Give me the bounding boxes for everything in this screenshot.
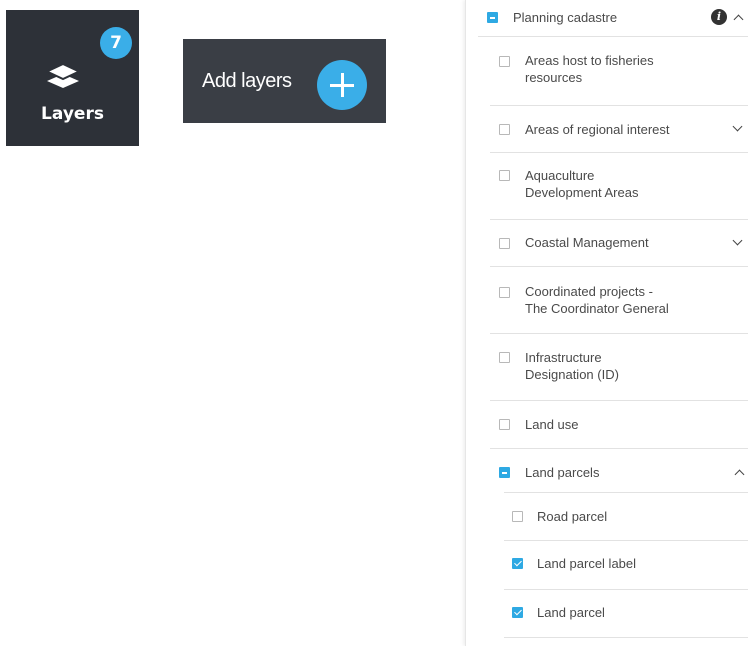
layers-label: Layers — [41, 104, 104, 124]
chevron-up-icon[interactable] — [734, 469, 745, 480]
layer-label: Land parcel label — [537, 556, 637, 571]
layer-label: Land parcel — [537, 605, 605, 620]
layers-stack-icon — [46, 62, 80, 88]
group-land-parcels[interactable]: Land parcels — [490, 449, 748, 493]
group-planning-cadastre[interactable]: Planning cadastre i — [478, 0, 748, 37]
chevron-up-icon[interactable] — [733, 14, 744, 25]
layer-label: Coastal Management — [525, 235, 649, 250]
group-label: Planning cadastre — [513, 10, 618, 25]
layer-label: Road parcel — [537, 509, 608, 524]
partial-checkbox[interactable] — [487, 12, 498, 23]
layer-tree-panel: Planning cadastre i Areas host to fisher… — [465, 0, 756, 646]
layer-item[interactable]: Areas host to fisheries resources — [490, 37, 748, 106]
chevron-down-icon[interactable] — [732, 121, 743, 132]
layer-item[interactable]: Land parcel label — [504, 541, 748, 590]
layer-checkbox[interactable] — [512, 511, 523, 522]
chevron-down-icon[interactable] — [732, 235, 743, 246]
layer-checkbox[interactable] — [499, 352, 510, 363]
layer-checkbox[interactable] — [499, 170, 510, 181]
add-layers-label: Add layers — [202, 70, 292, 92]
layer-checkbox[interactable] — [499, 238, 510, 249]
group-label: Land parcels — [525, 465, 600, 480]
layer-label: Infrastructure Designation (ID) — [525, 350, 619, 382]
checked-checkbox[interactable] — [512, 558, 523, 569]
add-layers-button[interactable]: Add layers — [183, 39, 386, 123]
plus-circle-icon — [317, 60, 367, 110]
layer-label: Coordinated projects - The Coordinator Ge… — [525, 284, 669, 316]
layer-label: Areas host to fisheries resources — [525, 53, 654, 85]
layer-item[interactable]: Land use — [490, 401, 748, 449]
layer-item[interactable]: Coordinated projects - The Coordinator Ge… — [490, 267, 748, 334]
layer-item[interactable]: Aquaculture Development Areas — [490, 153, 748, 220]
layer-checkbox[interactable] — [499, 419, 510, 430]
layer-item[interactable]: Land parcel — [504, 590, 748, 638]
info-icon[interactable]: i — [711, 9, 727, 25]
layer-label: Areas of regional interest — [525, 122, 670, 137]
layer-item[interactable]: Infrastructure Designation (ID) — [490, 334, 748, 401]
partial-checkbox[interactable] — [499, 467, 510, 478]
layers-button[interactable]: 7 Layers — [6, 10, 139, 146]
layer-item[interactable]: Coastal Management — [490, 220, 748, 267]
layer-item[interactable]: Areas of regional interest — [490, 106, 748, 153]
layer-checkbox[interactable] — [499, 287, 510, 298]
layer-count-badge: 7 — [100, 27, 132, 59]
layer-checkbox[interactable] — [499, 124, 510, 135]
checked-checkbox[interactable] — [512, 607, 523, 618]
layer-label: Land use — [525, 417, 579, 432]
layer-item[interactable]: Road parcel — [504, 493, 748, 541]
layer-label: Aquaculture Development Areas — [525, 168, 639, 200]
layer-checkbox[interactable] — [499, 56, 510, 67]
